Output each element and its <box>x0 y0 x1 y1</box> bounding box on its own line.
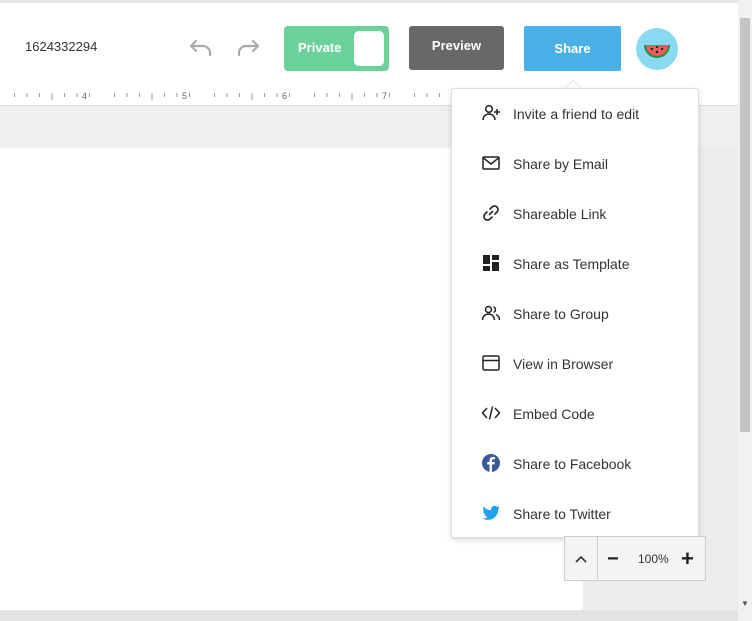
menu-item-group[interactable]: Share to Group <box>452 289 698 339</box>
mail-icon <box>481 153 501 173</box>
link-icon <box>481 203 501 223</box>
menu-item-label: Share to Facebook <box>513 456 632 472</box>
zoom-in-button[interactable]: + <box>681 546 694 572</box>
ruler-number: 7 <box>382 91 388 101</box>
add-user-icon <box>481 103 501 123</box>
toggle-knob[interactable] <box>354 31 384 66</box>
group-icon <box>481 303 501 323</box>
top-toolbar: 1624332294 Private Preview Share <box>0 0 738 86</box>
chevron-up-icon <box>575 555 587 563</box>
menu-item-label: Shareable Link <box>513 206 607 222</box>
menu-item-label: View in Browser <box>513 356 614 372</box>
menu-item-label: Share as Template <box>513 256 630 272</box>
document-id: 1624332294 <box>25 39 98 54</box>
collapse-zoom-button[interactable] <box>565 537 598 580</box>
zoom-control: − 100% + <box>564 536 706 581</box>
ruler-number: 4 <box>82 91 88 101</box>
undo-icon[interactable] <box>187 33 215 61</box>
zoom-level: 100% <box>638 552 669 566</box>
horizontal-scrollbar[interactable] <box>0 610 738 621</box>
menu-item-embed[interactable]: Embed Code <box>452 389 698 439</box>
zoom-out-button[interactable]: − <box>607 548 619 571</box>
menu-item-facebook[interactable]: Share to Facebook <box>452 439 698 489</box>
template-icon <box>481 253 501 273</box>
ruler-number: 6 <box>282 91 288 101</box>
menu-item-browser[interactable]: View in Browser <box>452 339 698 389</box>
avatar[interactable] <box>636 28 678 70</box>
preview-button[interactable]: Preview <box>409 26 504 70</box>
menu-item-label: Share by Email <box>513 156 608 172</box>
ruler-number: 5 <box>182 91 188 101</box>
menu-item-label: Share to Twitter <box>513 506 611 522</box>
menu-item-link[interactable]: Shareable Link <box>452 189 698 239</box>
twitter-icon <box>481 503 501 523</box>
private-label: Private <box>298 40 342 55</box>
redo-icon[interactable] <box>234 33 262 61</box>
scroll-down-icon[interactable]: ▼ <box>741 599 749 608</box>
share-menu: Invite a friend to edit Share by Email S… <box>451 88 699 538</box>
vertical-scrollbar[interactable]: ▼ <box>738 0 752 621</box>
share-button[interactable]: Share <box>524 26 621 71</box>
menu-item-email[interactable]: Share by Email <box>452 139 698 189</box>
menu-item-label: Share to Group <box>513 306 609 322</box>
menu-item-template[interactable]: Share as Template <box>452 239 698 289</box>
scrollbar-thumb[interactable] <box>740 18 750 432</box>
menu-item-invite[interactable]: Invite a friend to edit <box>452 89 698 139</box>
menu-item-label: Embed Code <box>513 406 595 422</box>
menu-item-label: Invite a friend to edit <box>513 106 640 122</box>
private-toggle[interactable]: Private <box>284 26 389 71</box>
menu-item-twitter[interactable]: Share to Twitter <box>452 489 698 539</box>
watermelon-icon <box>644 45 670 58</box>
browser-icon <box>481 353 501 373</box>
code-icon <box>481 403 501 423</box>
facebook-icon <box>481 453 501 473</box>
